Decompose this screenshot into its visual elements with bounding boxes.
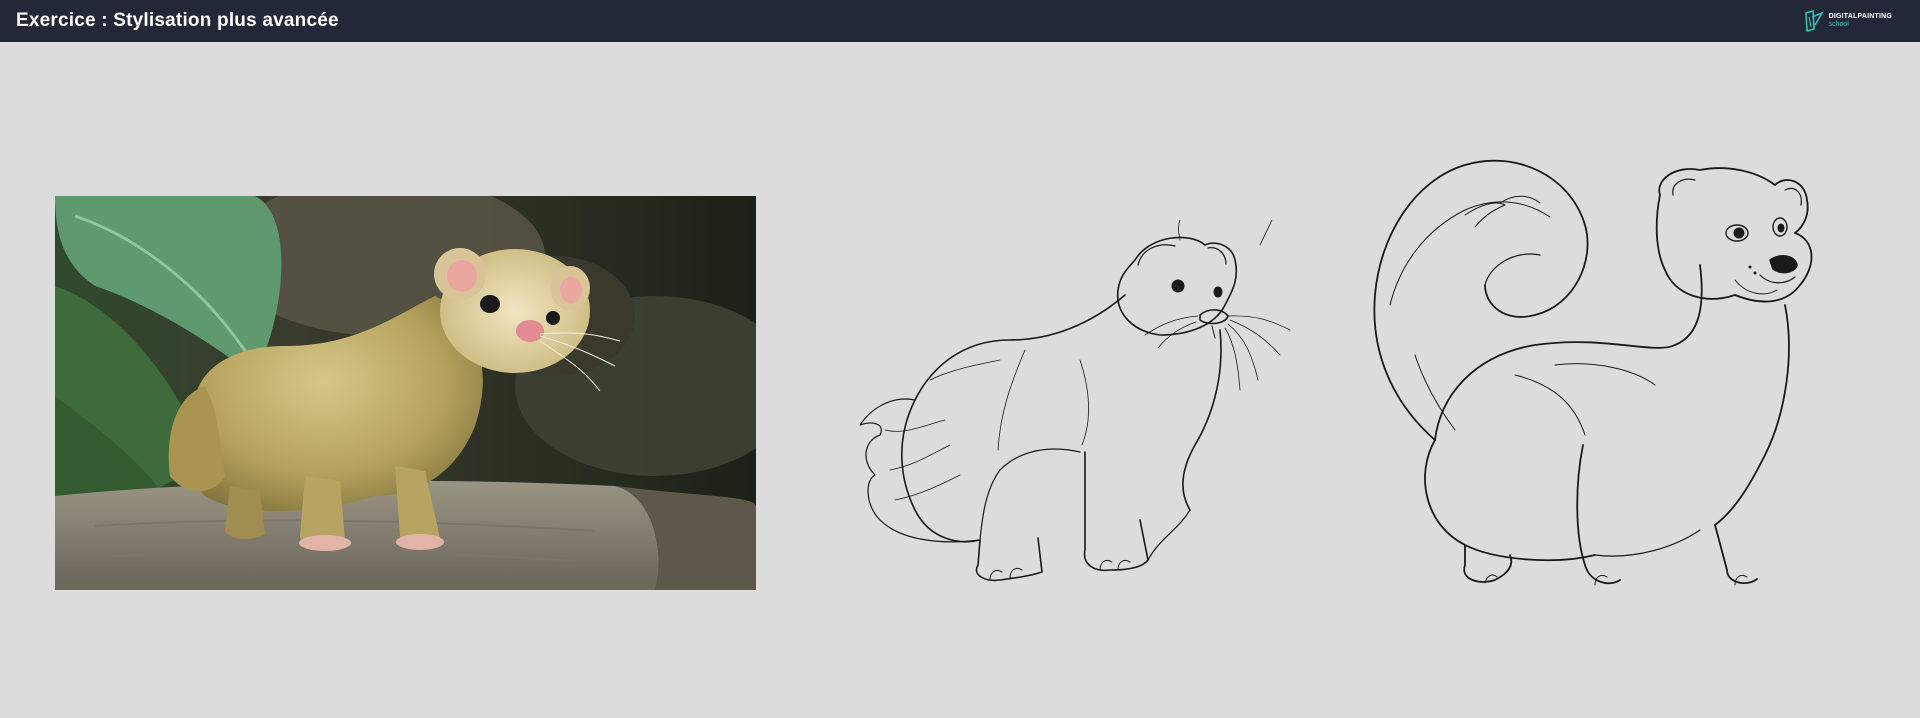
logo[interactable]: DIGITALPAINTING school xyxy=(1803,9,1892,33)
ferret-photo xyxy=(55,196,756,590)
logo-sub: school xyxy=(1828,21,1849,28)
ferret-sketch-realistic xyxy=(860,220,1291,582)
page-title: Exercice : Stylisation plus avancée xyxy=(16,10,339,31)
logo-brand: DIGITALPAINTING xyxy=(1828,13,1892,20)
ferret-sketch-stylized xyxy=(1373,159,1813,586)
header-bar: Exercice : Stylisation plus avancée DIGI… xyxy=(0,0,1920,42)
logo-text: DIGITALPAINTING school xyxy=(1829,13,1892,29)
brush-leaf-icon xyxy=(1804,9,1824,33)
